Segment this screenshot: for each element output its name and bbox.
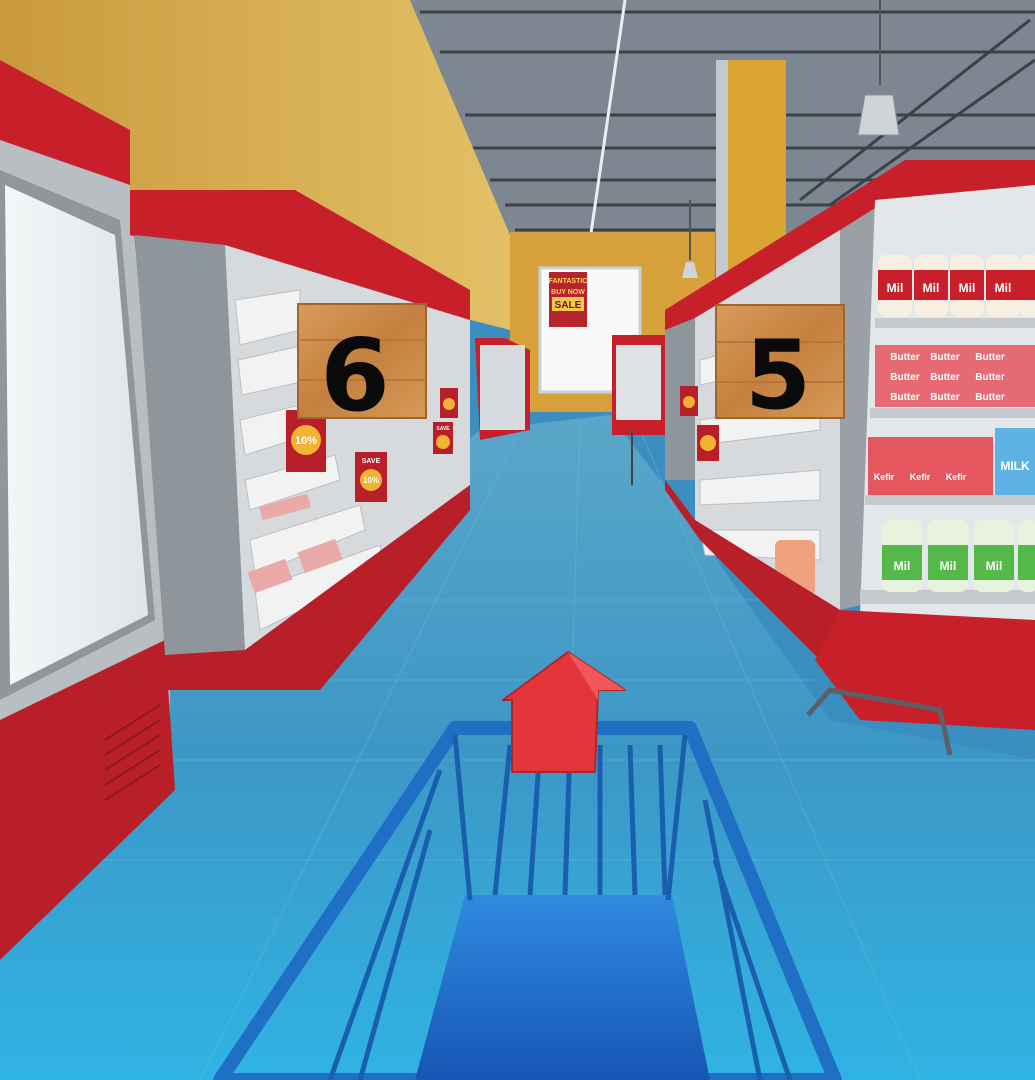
promo-percent: 10%	[295, 435, 317, 447]
milk-label: Mil	[940, 559, 957, 573]
milk-label: Mil	[894, 559, 911, 573]
milk-label: Mil	[887, 281, 904, 295]
butter-label: Butter	[975, 352, 1005, 363]
promo-tag	[697, 425, 719, 461]
kefir-label: Kefir	[946, 472, 967, 482]
kefir-label: Kefir	[874, 472, 895, 482]
promo-tag: SAVE 10%	[355, 452, 387, 502]
milk-bottles-row: Mil Mil Mil Mil	[878, 255, 1035, 317]
kefir-label: Kefir	[910, 472, 931, 482]
banner-line3: SALE	[555, 300, 582, 311]
promo-percent: 10%	[363, 476, 379, 485]
game-scene: FANTASTIC BUY NOW SALE Mil Mil Mil Mil B…	[0, 0, 1035, 1080]
milk-label: Mil	[923, 281, 940, 295]
promo-save: SAVE	[436, 426, 450, 432]
aisle-sign-6: 6	[297, 303, 427, 434]
aisle-number: 6	[320, 317, 390, 434]
banner-line1: FANTASTIC	[549, 278, 588, 285]
milk-label: Mil	[959, 281, 976, 295]
butter-label: Butter	[890, 392, 920, 403]
banner-line2: BUY NOW	[551, 289, 585, 296]
promo-tag	[680, 386, 698, 416]
sale-banner: FANTASTIC BUY NOW SALE	[549, 272, 588, 327]
milk-carton-label: MILK	[1000, 459, 1030, 473]
promo-save: SAVE	[362, 458, 381, 465]
butter-label: Butter	[890, 372, 920, 383]
butter-label: Butter	[975, 372, 1005, 383]
aisle-number: 5	[745, 321, 811, 431]
green-milk-bottles: Mil Mil Mil	[882, 520, 1035, 592]
butter-label: Butter	[930, 352, 960, 363]
butter-label: Butter	[930, 392, 960, 403]
aisle-sign-5: 5	[715, 304, 845, 431]
left-distant-shelf	[475, 338, 530, 440]
milk-label: Mil	[986, 559, 1003, 573]
butter-packs: Butter Butter Butter Butter Butter Butte…	[875, 345, 1035, 407]
butter-label: Butter	[975, 392, 1005, 403]
supermarket-view: FANTASTIC BUY NOW SALE Mil Mil Mil Mil B…	[0, 0, 1035, 1080]
butter-label: Butter	[930, 372, 960, 383]
promo-tag: SAVE	[433, 422, 453, 454]
promo-tag	[440, 388, 458, 418]
milk-label: Mil	[995, 281, 1012, 295]
butter-label: Butter	[890, 352, 920, 363]
kefir-packs: Kefir Kefir Kefir MILK	[868, 428, 1035, 495]
